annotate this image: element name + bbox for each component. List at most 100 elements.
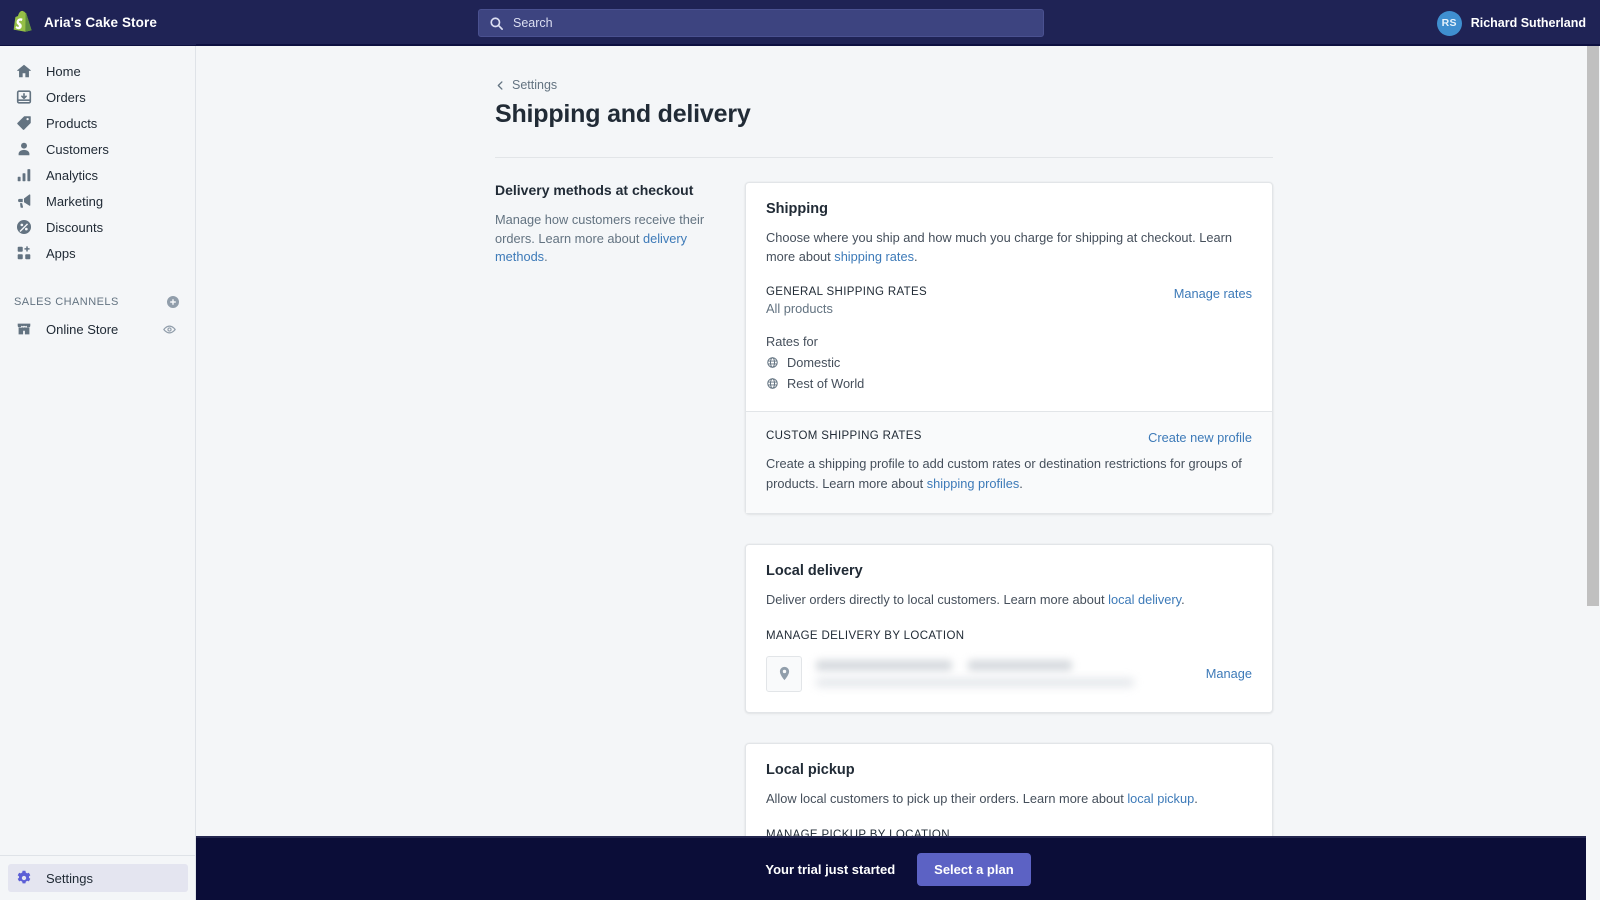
general-shipping-rates-row: GENERAL SHIPPING RATES All products Mana…	[766, 286, 1252, 316]
manage-delivery-by-location-subhead: MANAGE DELIVERY BY LOCATION	[766, 629, 965, 642]
content-scroll-area: Settings Shipping and delivery Delivery …	[196, 46, 1588, 900]
local-delivery-body: Local delivery Deliver orders directly t…	[746, 545, 1272, 712]
breadcrumb-label: Settings	[512, 78, 558, 92]
page-container: Settings Shipping and delivery Delivery …	[495, 78, 1273, 900]
delivery-location-row[interactable]: Manage	[766, 652, 1252, 692]
section-body: Manage how customers receive their order…	[495, 211, 725, 267]
sidebar-label: Orders	[46, 89, 86, 105]
customer-person-icon	[14, 139, 34, 159]
avatar: RS	[1436, 10, 1462, 36]
location-pin-icon	[766, 655, 802, 692]
sidebar-item-settings[interactable]: Settings	[8, 864, 188, 892]
page-scrollbar-thumb[interactable]	[1587, 46, 1599, 606]
settings-cards: Shipping Choose where you ship and how m…	[745, 182, 1273, 900]
shipping-profiles-link[interactable]: shipping profiles	[927, 476, 1019, 491]
custom-rates-row: CUSTOM SHIPPING RATES Create new profile	[766, 430, 1252, 445]
user-name: Richard Sutherland	[1470, 16, 1586, 30]
sidebar-settings-area: Settings	[0, 855, 196, 900]
shipping-heading: Shipping	[766, 201, 829, 217]
shipping-rates-link[interactable]: shipping rates	[834, 249, 914, 264]
sales-channels-title: SALES CHANNELS	[14, 296, 119, 308]
sidebar-item-analytics[interactable]: Analytics	[8, 162, 187, 188]
plus-circle-icon[interactable]	[165, 294, 181, 310]
local-delivery-desc-2: .	[1181, 591, 1185, 607]
sidebar-label: Online Store	[46, 321, 119, 337]
custom-rates-subhead: CUSTOM SHIPPING RATES	[766, 430, 922, 443]
general-rates-scope: All products	[766, 301, 833, 317]
sidebar-item-home[interactable]: Home	[8, 58, 187, 84]
search-icon	[490, 16, 503, 30]
custom-desc-text-2: .	[1019, 475, 1023, 491]
trial-banner-text: Your trial just started	[765, 861, 896, 877]
sidebar-item-products[interactable]: Products	[8, 110, 187, 136]
page-title: Shipping and delivery	[495, 100, 751, 128]
sidebar-item-orders[interactable]: Orders	[8, 84, 187, 110]
local-delivery-heading: Local delivery	[766, 562, 863, 579]
sidebar-nav: Home Orders Products Customers Analytics…	[0, 46, 195, 342]
sidebar-item-online-store[interactable]: Online Store	[8, 316, 187, 342]
globe-icon	[766, 356, 779, 369]
analytics-bars-icon	[14, 165, 34, 185]
delivery-location-details-redacted	[816, 660, 1178, 688]
breadcrumb[interactable]: Settings	[495, 78, 1273, 92]
search-input[interactable]: Search	[478, 9, 1044, 37]
settings-row: Delivery methods at checkout Manage how …	[495, 182, 1273, 900]
storefront-icon	[14, 319, 34, 339]
local-delivery-link[interactable]: local delivery	[1108, 592, 1181, 607]
create-new-profile-link[interactable]: Create new profile	[1148, 430, 1252, 445]
rate-zone-label: Rest of World	[787, 376, 865, 392]
apps-grid-icon	[14, 243, 34, 263]
sidebar-item-apps[interactable]: Apps	[8, 240, 187, 266]
sidebar-item-discounts[interactable]: Discounts	[8, 214, 187, 240]
brand-area[interactable]: Aria's Cake Store	[0, 0, 196, 45]
shopify-bag-icon	[13, 10, 32, 32]
sidebar-item-marketing[interactable]: Marketing	[8, 188, 187, 214]
delivery-methods-description: Delivery methods at checkout Manage how …	[495, 182, 745, 267]
shipping-card: Shipping Choose where you ship and how m…	[745, 182, 1273, 514]
sidebar-label: Products	[46, 115, 98, 131]
orders-inbox-icon	[14, 87, 34, 107]
local-delivery-card: Local delivery Deliver orders directly t…	[745, 543, 1273, 713]
manage-rates-link[interactable]: Manage rates	[1174, 286, 1252, 301]
manage-delivery-location-link[interactable]: Manage	[1206, 666, 1252, 681]
eye-icon[interactable]	[162, 322, 177, 337]
custom-shipping-rates-section: CUSTOM SHIPPING RATES Create new profile…	[746, 411, 1272, 513]
general-rates-subhead: GENERAL SHIPPING RATES	[766, 286, 928, 299]
globe-icon	[766, 377, 779, 390]
marketing-megaphone-icon	[14, 191, 34, 211]
sidebar-label: Analytics	[46, 167, 99, 183]
local-delivery-description: Deliver orders directly to local custome…	[766, 590, 1252, 609]
local-delivery-desc-1: Deliver orders directly to local custome…	[766, 591, 1109, 607]
sidebar-label: Apps	[46, 245, 76, 261]
sidebar: Home Orders Products Customers Analytics…	[0, 46, 196, 900]
section-body-text-2: .	[544, 249, 548, 265]
local-pickup-desc-1: Allow local customers to pick up their o…	[766, 790, 1128, 806]
shipping-card-main: Shipping Choose where you ship and how m…	[746, 183, 1272, 411]
shipping-description: Choose where you ship and how much you c…	[766, 228, 1252, 266]
sidebar-label: Home	[46, 63, 81, 79]
general-shipping-rates-labels: GENERAL SHIPPING RATES All products	[766, 286, 927, 316]
search-placeholder: Search	[513, 16, 553, 30]
gear-icon	[14, 868, 34, 888]
rate-zone-rest-of-world: Rest of World	[766, 376, 1252, 391]
local-pickup-heading: Local pickup	[766, 761, 855, 778]
select-a-plan-button[interactable]: Select a plan	[917, 852, 1031, 886]
custom-rates-description: Create a shipping profile to add custom …	[766, 454, 1252, 492]
rate-zone-label: Domestic	[787, 355, 841, 371]
local-pickup-link[interactable]: local pickup	[1127, 791, 1194, 806]
main-content: Settings Shipping and delivery Delivery …	[196, 46, 1588, 900]
product-tag-icon	[14, 113, 34, 133]
local-pickup-desc-2: .	[1194, 790, 1198, 806]
user-menu[interactable]: RS Richard Sutherland	[1436, 0, 1586, 46]
sidebar-label: Discounts	[46, 219, 104, 235]
trial-banner: Your trial just started Select a plan	[196, 836, 1600, 900]
sidebar-item-customers[interactable]: Customers	[8, 136, 187, 162]
sidebar-label: Settings	[46, 870, 93, 886]
discount-percent-icon	[14, 217, 34, 237]
sidebar-label: Customers	[46, 141, 109, 157]
rate-zone-domestic: Domestic	[766, 355, 1252, 370]
top-bar: Aria's Cake Store Search RS Richard Suth…	[0, 0, 1600, 46]
local-pickup-description: Allow local customers to pick up their o…	[766, 789, 1252, 808]
store-name: Aria's Cake Store	[44, 14, 157, 30]
